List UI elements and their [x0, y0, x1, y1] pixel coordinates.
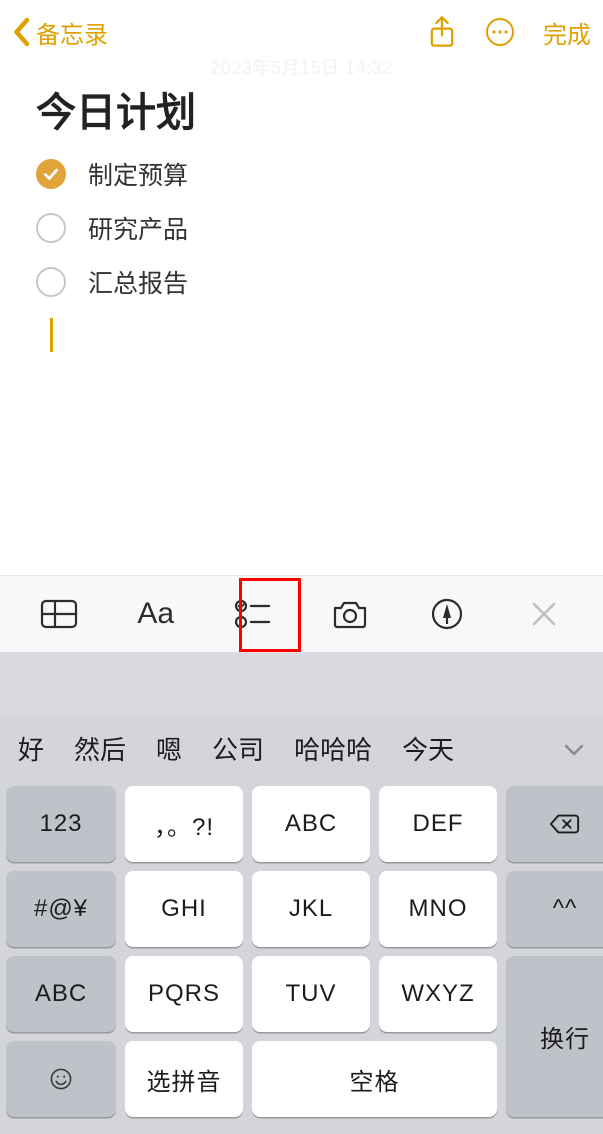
- key-shift-abc[interactable]: ABC: [6, 956, 116, 1032]
- aa-icon: Aa: [137, 597, 174, 631]
- checklist-item[interactable]: 制定预算: [36, 156, 573, 192]
- checklist-item[interactable]: 研究产品: [36, 210, 573, 246]
- markup-button[interactable]: [420, 587, 474, 641]
- back-label: 备忘录: [36, 15, 108, 50]
- key-space[interactable]: 空格: [252, 1041, 497, 1117]
- ellipsis-circle-icon: [485, 17, 515, 47]
- text-format-button[interactable]: Aa: [129, 587, 183, 641]
- done-button[interactable]: 完成: [543, 15, 591, 50]
- checklist-item-text[interactable]: 研究产品: [88, 210, 188, 246]
- expand-candidates-button[interactable]: [557, 733, 591, 764]
- key-abc[interactable]: ABC: [252, 786, 370, 862]
- camera-icon: [331, 599, 369, 629]
- format-toolbar: Aa: [0, 575, 603, 653]
- back-button[interactable]: 备忘录: [12, 15, 108, 50]
- table-icon: [40, 599, 78, 629]
- backspace-icon: [549, 812, 581, 836]
- table-button[interactable]: [32, 587, 86, 641]
- close-toolbar-button[interactable]: [517, 587, 571, 641]
- chevron-down-icon: [563, 743, 585, 757]
- share-icon: [428, 15, 456, 49]
- more-button[interactable]: [485, 17, 515, 47]
- camera-button[interactable]: [323, 587, 377, 641]
- key-ghi[interactable]: GHI: [125, 871, 243, 947]
- checklist-button[interactable]: [226, 587, 280, 641]
- note-body[interactable]: 今日计划 制定预算 研究产品 汇总报告: [0, 64, 603, 352]
- key-def[interactable]: DEF: [379, 786, 497, 862]
- key-backspace[interactable]: [506, 786, 603, 862]
- checkbox-empty-icon[interactable]: [36, 267, 66, 297]
- key-grid: 123 ，。?! ABC DEF #@¥ GHI JKL MNO ^^ ABC …: [0, 780, 603, 1127]
- key-symbols[interactable]: #@¥: [6, 871, 116, 947]
- key-face[interactable]: ^^: [506, 871, 603, 947]
- checklist-item-text[interactable]: 制定预算: [88, 156, 188, 192]
- emoji-icon: [45, 1067, 77, 1091]
- key-123[interactable]: 123: [6, 786, 116, 862]
- keyboard-accessory-gap: [0, 653, 603, 716]
- candidate-bar: 好 然后 嗯 公司 哈哈哈 今天: [0, 716, 603, 780]
- checklist-icon: [234, 598, 272, 630]
- note-title[interactable]: 今日计划: [36, 80, 573, 138]
- candidate-word[interactable]: 今天: [402, 730, 454, 767]
- key-return[interactable]: 换行: [506, 956, 603, 1117]
- key-emoji[interactable]: [6, 1041, 116, 1117]
- chevron-left-icon: [12, 17, 30, 47]
- checkbox-empty-icon[interactable]: [36, 213, 66, 243]
- checklist-item[interactable]: 汇总报告: [36, 264, 573, 300]
- key-pqrs[interactable]: PQRS: [125, 956, 243, 1032]
- candidate-word[interactable]: 然后: [74, 730, 126, 767]
- keyboard: 好 然后 嗯 公司 哈哈哈 今天 123 ，。?! ABC DEF #@¥ GH…: [0, 716, 603, 1134]
- nav-actions: 完成: [427, 15, 591, 50]
- datestamp: 2023年5月15日 14:32: [0, 54, 603, 80]
- pen-circle-icon: [431, 598, 463, 630]
- key-mno[interactable]: MNO: [379, 871, 497, 947]
- text-caret: [50, 318, 53, 352]
- key-wxyz[interactable]: WXYZ: [379, 956, 497, 1032]
- key-return-label: 换行: [540, 1019, 590, 1054]
- candidate-word[interactable]: 好: [18, 730, 44, 767]
- checkbox-checked-icon[interactable]: [36, 159, 66, 189]
- key-punct[interactable]: ，。?!: [125, 786, 243, 862]
- close-icon: [531, 601, 557, 627]
- candidate-word[interactable]: 嗯: [156, 730, 182, 767]
- key-tuv[interactable]: TUV: [252, 956, 370, 1032]
- key-select-pinyin[interactable]: 选拼音: [125, 1041, 243, 1117]
- candidate-word[interactable]: 哈哈哈: [294, 730, 372, 767]
- key-jkl[interactable]: JKL: [252, 871, 370, 947]
- candidate-word[interactable]: 公司: [212, 730, 264, 767]
- checklist-item-text[interactable]: 汇总报告: [88, 264, 188, 300]
- share-button[interactable]: [427, 17, 457, 47]
